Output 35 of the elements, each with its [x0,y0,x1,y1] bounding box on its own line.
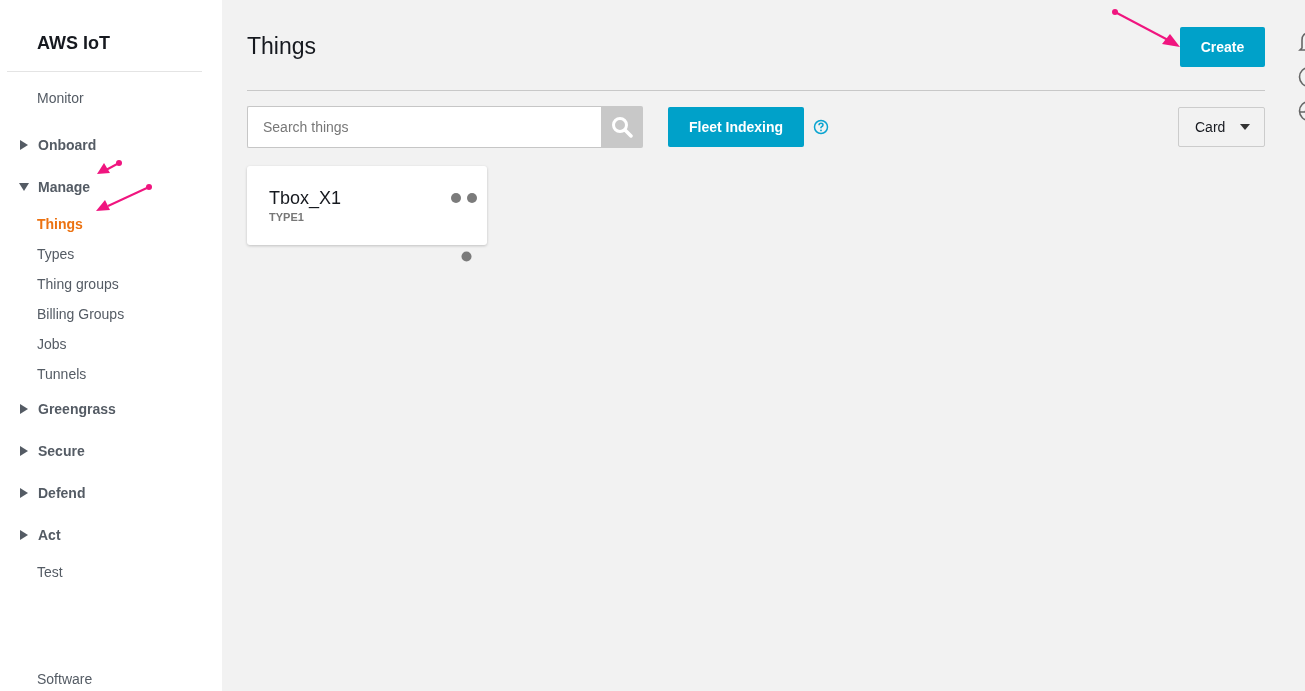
view-select[interactable]: Card [1178,107,1265,147]
nav-group[interactable]: Secure [38,443,85,459]
help-icon[interactable] [813,119,829,135]
thing-card[interactable]: Tbox_X1 TYPE1 [247,166,487,245]
nav-link[interactable]: Thing groups [0,274,222,304]
caret-icon [1240,124,1250,130]
more-icon[interactable] [450,192,478,204]
nav-link[interactable]: Software [0,669,222,691]
nav-group[interactable]: Act [38,527,61,543]
nav-link[interactable]: Monitor [0,88,222,118]
thing-name: Tbox_X1 [269,188,342,209]
nav-link[interactable]: Tunnels [0,364,222,394]
nav-link[interactable]: Test [0,562,222,592]
annotation-arrow [96,184,152,211]
nav-group[interactable]: Greengrass [38,401,116,417]
nav-link[interactable]: Billing Groups [0,304,222,334]
thing-type: TYPE1 [269,211,305,223]
search-field[interactable]: Search things [247,106,601,148]
caret-icon[interactable] [19,404,29,414]
caret-icon[interactable] [19,530,29,540]
search-icon [611,116,633,138]
caret-icon[interactable] [19,140,29,150]
caret-icon[interactable] [19,488,29,498]
nav-group[interactable]: Onboard [38,137,97,153]
page-title: Things [247,32,317,60]
annotation-arrow [97,160,122,174]
app-title: AWS IoT [7,0,202,72]
nav-link[interactable]: Jobs [0,334,222,364]
nav-link[interactable]: Types [0,244,222,274]
nav-group[interactable]: Manage [38,179,91,195]
caret-icon[interactable] [19,182,29,192]
caret-icon[interactable] [19,446,29,456]
nav-group[interactable]: Defend [38,485,86,501]
annotation-arrow [1112,9,1180,47]
dot-icon [461,251,472,262]
